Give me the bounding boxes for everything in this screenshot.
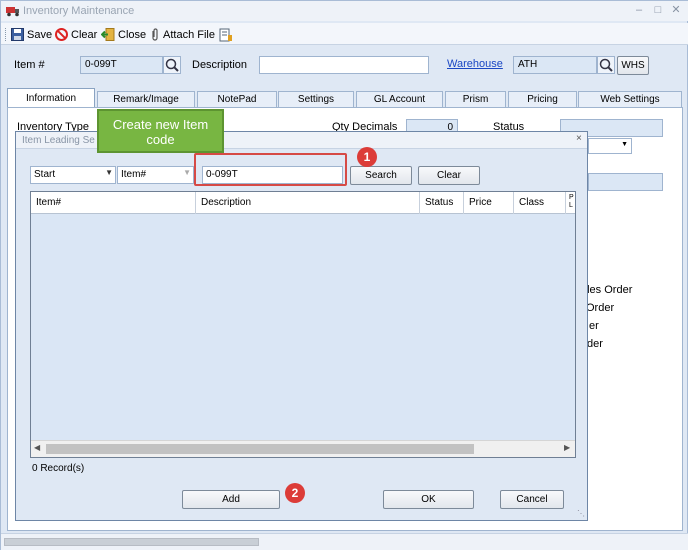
cancel-button[interactable]: Cancel — [500, 490, 564, 509]
dialog-title: Item Leading Se — [22, 135, 95, 146]
truck-icon — [6, 7, 19, 17]
tab-settings[interactable]: Settings — [278, 91, 354, 107]
scrollbar-thumb[interactable] — [46, 444, 474, 454]
column-price[interactable]: Price — [464, 192, 514, 214]
clear-label: Clear — [71, 28, 98, 41]
chevron-down-icon: ▼ — [183, 168, 191, 177]
close-window-icon[interactable]: ✕ — [666, 2, 686, 18]
description-field[interactable] — [259, 56, 429, 74]
column-price-level[interactable]: P L — [566, 192, 575, 214]
ok-button[interactable]: OK — [383, 490, 474, 509]
attach-file-label: Attach File — [163, 28, 215, 41]
right-info-field[interactable] — [588, 173, 663, 191]
tab-web-settings[interactable]: Web Settings — [578, 91, 682, 107]
search-highlight-box — [194, 153, 347, 186]
scroll-right-icon[interactable]: ▶ — [564, 443, 570, 452]
description-label: Description — [192, 59, 248, 71]
save-label: Save — [27, 28, 53, 41]
scroll-left-icon[interactable]: ◀ — [34, 443, 40, 452]
search-button[interactable]: Search — [350, 166, 412, 185]
create-item-callout: Create new Item code — [97, 109, 224, 153]
record-count: 0 Record(s) — [32, 463, 85, 474]
document-tool-button[interactable] — [219, 27, 233, 42]
search-icon — [165, 58, 179, 72]
chevron-down-icon: ▼ — [105, 168, 113, 177]
close-button[interactable]: Close — [101, 27, 146, 42]
column-status[interactable]: Status — [420, 192, 464, 214]
clear-button[interactable]: Clear — [55, 27, 97, 42]
tab-pricing[interactable]: Pricing — [508, 91, 577, 107]
inventory-maintenance-window: Inventory Maintenance – □ ✕ Save Clear C… — [0, 0, 688, 550]
status-dropdown[interactable]: ▼ — [588, 138, 632, 154]
no-entry-icon — [55, 28, 68, 41]
warehouse-link[interactable]: Warehouse — [447, 58, 503, 70]
tab-information[interactable]: Information — [7, 88, 95, 109]
resize-grip-icon[interactable]: ⋱ — [577, 509, 585, 518]
warehouse-field[interactable]: ATH — [513, 56, 597, 74]
tab-prism[interactable]: Prism — [445, 91, 506, 107]
attach-file-button[interactable]: Attach File — [150, 27, 215, 42]
search-field-value: Item# — [121, 169, 147, 180]
whs-button[interactable]: WHS — [617, 56, 649, 75]
step-badge-2: 2 — [285, 483, 305, 503]
save-icon — [11, 28, 24, 41]
order-fragment: Order — [586, 302, 615, 314]
item-number-field[interactable]: 0-099T — [80, 56, 163, 74]
column-description[interactable]: Description — [196, 192, 420, 214]
column-item-number[interactable]: Item# — [31, 192, 196, 214]
item-search-dialog: Item Leading Se × Start ▼ Item# ▼ 0-099T… — [15, 131, 588, 521]
title-bar: Inventory Maintenance – □ ✕ — [1, 1, 688, 21]
add-button[interactable]: Add — [182, 490, 280, 509]
clear-search-button[interactable]: Clear — [418, 166, 480, 185]
tab-gl-account[interactable]: GL Account — [356, 91, 443, 107]
match-mode-select[interactable]: Start ▼ — [30, 166, 116, 184]
column-class[interactable]: Class — [514, 192, 566, 214]
minimize-icon[interactable]: – — [629, 2, 649, 18]
step-badge-1: 1 — [357, 147, 377, 167]
status-bar — [1, 533, 688, 550]
exit-door-icon — [101, 28, 115, 41]
paperclip-icon — [152, 28, 158, 41]
warehouse-lookup-button[interactable] — [597, 56, 615, 74]
der-fragment: der — [587, 338, 603, 350]
toolbar-grip — [5, 28, 6, 41]
tab-notepad[interactable]: NotePad — [197, 91, 277, 107]
maximize-icon[interactable]: □ — [648, 2, 668, 18]
window-title: Inventory Maintenance — [23, 5, 135, 17]
item-number-label: Item # — [14, 59, 45, 71]
tab-remark-image[interactable]: Remark/Image — [97, 91, 195, 107]
close-label: Close — [118, 28, 147, 41]
search-field-select[interactable]: Item# ▼ — [117, 166, 194, 184]
dialog-close-icon[interactable]: × — [576, 133, 582, 144]
er-fragment: er — [589, 320, 599, 332]
item-lookup-button[interactable] — [163, 56, 181, 74]
results-grid: Item# Description Status Price Class P L… — [30, 191, 576, 458]
horizontal-scrollbar[interactable]: ◀ ▶ — [31, 440, 575, 457]
grid-header: Item# Description Status Price Class P L — [31, 192, 575, 214]
save-button[interactable]: Save — [11, 27, 52, 42]
match-mode-value: Start — [34, 169, 56, 180]
chevron-down-icon: ▼ — [621, 141, 628, 148]
sales-order-fragment: ales Order — [581, 284, 633, 296]
status-scroll-indicator — [4, 538, 259, 546]
search-icon — [599, 58, 613, 72]
document-wand-icon — [219, 28, 232, 41]
toolbar: Save Clear Close Attach File — [1, 23, 688, 45]
